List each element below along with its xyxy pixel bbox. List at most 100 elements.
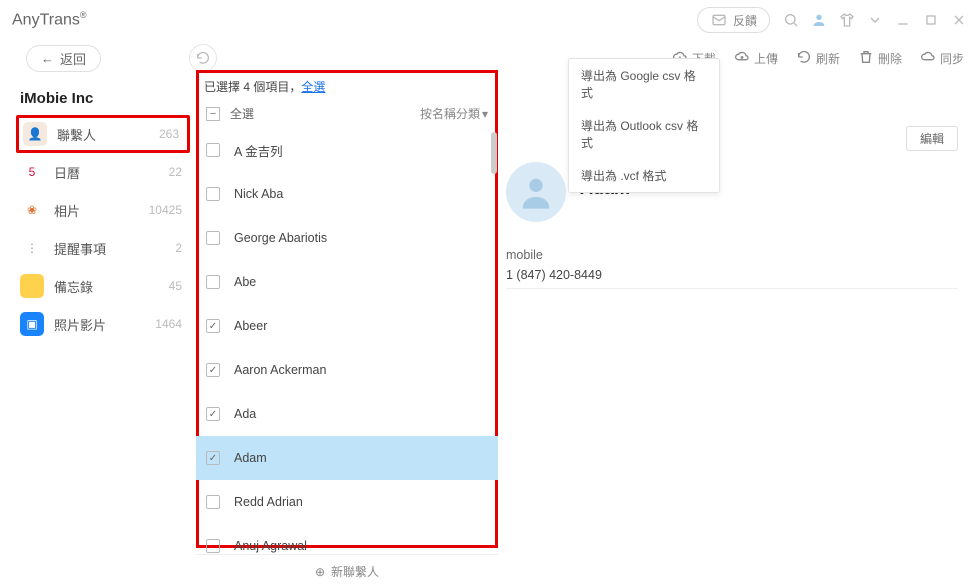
select-all-link[interactable]: 全選 bbox=[301, 80, 325, 94]
account-name: iMobie Inc bbox=[20, 90, 186, 107]
contact-row[interactable]: A 金吉列 bbox=[196, 128, 498, 172]
sidebar-count: 263 bbox=[159, 127, 179, 141]
main-area: iMobie Inc 👤聯繫人2635日曆22 ❀ 相片10425 ⋮ 提醒事項2 備忘錄… bbox=[0, 76, 980, 588]
dropdown-item-google-csv[interactable]: 導出為 Google csv 格式 bbox=[569, 59, 719, 109]
contact-name-label: Redd Adrian bbox=[234, 495, 303, 509]
cloud-sync-icon bbox=[920, 49, 936, 68]
sidebar-item-3[interactable]: ⋮ 提醒事項2 bbox=[16, 229, 190, 267]
sort-button[interactable]: 按名稱分類 ▾ bbox=[420, 105, 488, 122]
sidebar-label: 照片影片 bbox=[54, 315, 155, 334]
caret-down-icon: ▾ bbox=[482, 107, 488, 121]
upload-action[interactable]: 上傳 bbox=[734, 49, 778, 68]
sidebar-icon: ⋮ bbox=[20, 236, 44, 260]
refresh-icon-button[interactable] bbox=[189, 44, 217, 72]
sync-label: 同步 bbox=[940, 50, 964, 67]
contact-row[interactable]: Nick Aba bbox=[196, 172, 498, 216]
divider bbox=[506, 288, 958, 289]
chevron-down-icon[interactable] bbox=[866, 11, 884, 29]
close-icon[interactable] bbox=[950, 11, 968, 29]
contact-name-label: Anuj Agrawal bbox=[234, 539, 307, 553]
contact-row[interactable]: Abeer bbox=[196, 304, 498, 348]
contact-row[interactable]: Redd Adrian bbox=[196, 480, 498, 524]
back-button[interactable]: ← 返回 bbox=[26, 45, 101, 72]
select-all-label: 全選 bbox=[230, 105, 254, 122]
sidebar: iMobie Inc 👤聯繫人2635日曆22 ❀ 相片10425 ⋮ 提醒事項2 備忘錄… bbox=[0, 76, 196, 588]
sidebar-item-4[interactable]: 備忘錄45 bbox=[16, 267, 190, 305]
sidebar-icon: ▣ bbox=[20, 312, 44, 336]
list-header: – 全選 按名稱分類 ▾ bbox=[196, 101, 498, 128]
contact-row[interactable]: Abe bbox=[196, 260, 498, 304]
sidebar-label: 提醒事項 bbox=[54, 239, 175, 258]
contact-list[interactable]: A 金吉列 Nick Aba George Abariotis Abe Abeer Aar… bbox=[196, 128, 498, 554]
delete-action[interactable]: 刪除 bbox=[858, 49, 902, 68]
sidebar-item-0[interactable]: 👤聯繫人263 bbox=[16, 115, 190, 153]
selection-prefix: 已選擇 bbox=[204, 80, 243, 94]
contact-checkbox[interactable] bbox=[206, 231, 220, 245]
contact-checkbox[interactable] bbox=[206, 539, 220, 553]
contact-name-label: Aaron Ackerman bbox=[234, 363, 326, 377]
feedback-label: 反饋 bbox=[733, 12, 757, 29]
delete-label: 刪除 bbox=[878, 50, 902, 67]
minimize-icon[interactable] bbox=[894, 11, 912, 29]
sidebar-count: 22 bbox=[169, 165, 182, 179]
refresh-action[interactable]: 刷新 bbox=[796, 49, 840, 68]
add-contact-button[interactable]: ⊕ 新聯繫人 bbox=[196, 554, 498, 588]
contact-row[interactable]: Aaron Ackerman bbox=[196, 348, 498, 392]
dropdown-item-vcf[interactable]: 導出為 .vcf 格式 bbox=[569, 159, 719, 192]
refresh-icon bbox=[796, 49, 812, 68]
contact-checkbox[interactable] bbox=[206, 187, 220, 201]
sidebar-label: 日曆 bbox=[54, 163, 169, 182]
sidebar-icon bbox=[20, 274, 44, 298]
maximize-icon[interactable] bbox=[922, 11, 940, 29]
contact-row[interactable]: George Abariotis bbox=[196, 216, 498, 260]
contact-row[interactable]: Adam bbox=[196, 436, 498, 480]
contact-checkbox[interactable] bbox=[206, 275, 220, 289]
contact-checkbox[interactable] bbox=[206, 407, 220, 421]
sidebar-item-2[interactable]: ❀ 相片10425 bbox=[16, 191, 190, 229]
contact-checkbox[interactable] bbox=[206, 143, 220, 157]
sidebar-label: 相片 bbox=[54, 201, 149, 220]
contact-name-label: Ada bbox=[234, 407, 256, 421]
contact-checkbox[interactable] bbox=[206, 495, 220, 509]
search-icon[interactable] bbox=[782, 11, 800, 29]
selection-status: 已選擇 4 個項目，全選 bbox=[196, 76, 498, 101]
contact-list-panel: 已選擇 4 個項目，全選 – 全選 按名稱分類 ▾ A 金吉列 Nick Aba G… bbox=[196, 76, 498, 588]
sidebar-icon: 👤 bbox=[23, 122, 47, 146]
envelope-icon bbox=[710, 11, 728, 29]
field-value: 1 (847) 420-8449 bbox=[506, 268, 602, 282]
contact-name-label: Abeer bbox=[234, 319, 267, 333]
select-all-checkbox[interactable]: – bbox=[206, 107, 220, 121]
sync-action[interactable]: 同步 bbox=[920, 49, 964, 68]
title-bar: AnyTrans® 反饋 bbox=[0, 0, 980, 40]
scrollbar-thumb[interactable] bbox=[491, 132, 497, 174]
contact-name-label: Nick Aba bbox=[234, 187, 283, 201]
sort-label: 按名稱分類 bbox=[420, 105, 480, 122]
trash-icon bbox=[858, 49, 874, 68]
sidebar-count: 10425 bbox=[149, 203, 182, 217]
contact-checkbox[interactable] bbox=[206, 363, 220, 377]
shirt-icon[interactable] bbox=[838, 11, 856, 29]
contact-checkbox[interactable] bbox=[206, 451, 220, 465]
sidebar-count: 2 bbox=[175, 241, 182, 255]
sidebar-count: 1464 bbox=[155, 317, 182, 331]
sidebar-item-1[interactable]: 5日曆22 bbox=[16, 153, 190, 191]
export-dropdown: 導出為 Google csv 格式 導出為 Outlook csv 格式 導出為… bbox=[568, 58, 720, 193]
sidebar-count: 45 bbox=[169, 279, 182, 293]
contact-row[interactable]: Ada bbox=[196, 392, 498, 436]
contact-row[interactable]: Anuj Agrawal bbox=[196, 524, 498, 554]
sidebar-item-5[interactable]: ▣ 照片影片1464 bbox=[16, 305, 190, 343]
sidebar-label: 備忘錄 bbox=[54, 277, 169, 296]
sidebar-icon: ❀ bbox=[20, 198, 44, 222]
contact-checkbox[interactable] bbox=[206, 319, 220, 333]
registered-mark: ® bbox=[80, 10, 87, 20]
contact-name-label: Abe bbox=[234, 275, 256, 289]
contact-name-label: George Abariotis bbox=[234, 231, 327, 245]
window-controls-group bbox=[782, 11, 968, 29]
feedback-button[interactable]: 反饋 bbox=[697, 7, 770, 33]
contact-name-label: A 金吉列 bbox=[234, 141, 283, 160]
edit-button[interactable]: 編輯 bbox=[906, 126, 958, 151]
cloud-upload-icon bbox=[734, 49, 750, 68]
dropdown-item-outlook-csv[interactable]: 導出為 Outlook csv 格式 bbox=[569, 109, 719, 159]
user-icon[interactable] bbox=[810, 11, 828, 29]
upload-label: 上傳 bbox=[754, 50, 778, 67]
